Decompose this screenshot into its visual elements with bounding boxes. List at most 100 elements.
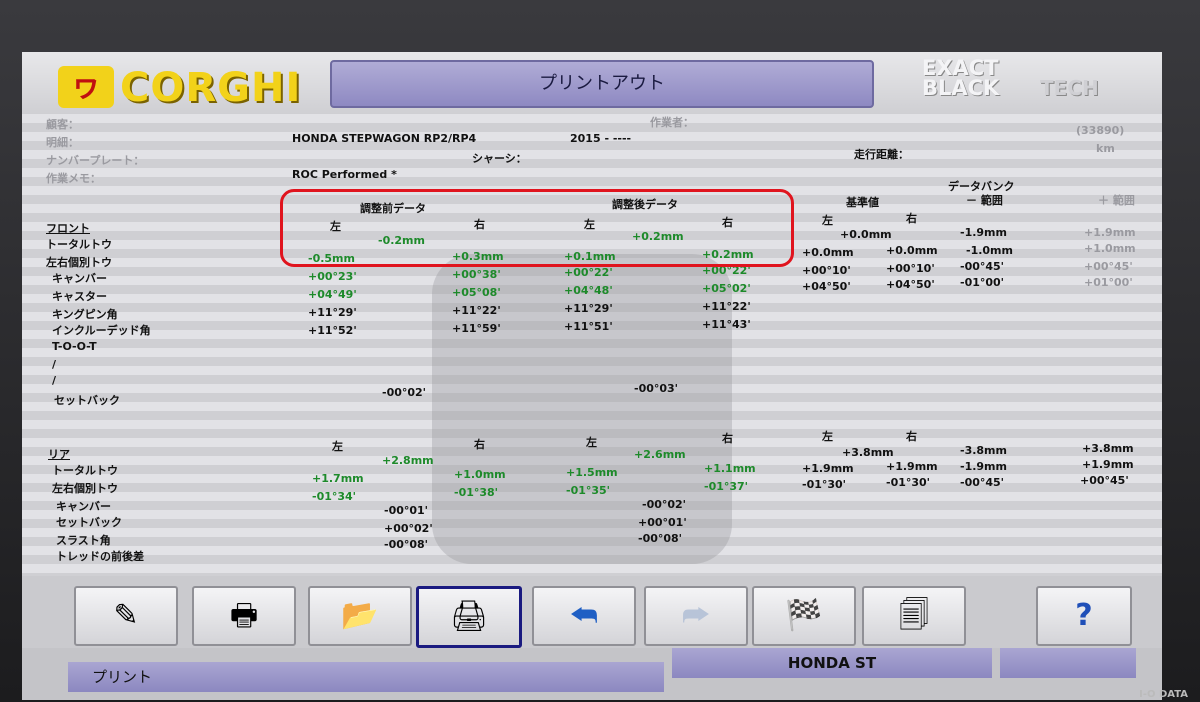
rear-total-toe-after: +2.6mm <box>634 448 686 461</box>
plus-range-heading: ＋ 範囲 <box>1098 194 1135 207</box>
std-right-heading: 右 <box>906 212 917 225</box>
corghi-logo-mark: ヮ <box>58 66 114 108</box>
front-caster-before-left: +04°49' <box>308 288 357 301</box>
rear-std-toe-minus: -1.9mm <box>960 460 1007 473</box>
front-label-9: セットバック <box>54 394 120 407</box>
rear-total-toe-before: +2.8mm <box>382 454 434 467</box>
status-right <box>1000 648 1136 678</box>
front-camber-before-left: +00°23' <box>308 270 357 283</box>
front-label-0: トータルトウ <box>46 238 112 251</box>
front-std-toe-minus: -1.0mm <box>966 244 1013 257</box>
front-camber-after-left: +00°22' <box>564 266 613 279</box>
front-std-caster-right: +04°50' <box>886 278 935 291</box>
front-label-2: キャンバー <box>52 272 107 285</box>
front-std-total-minus: -1.9mm <box>960 226 1007 239</box>
brand-line-2: BLACK <box>922 76 1000 100</box>
screen: ヮ CORGHI プリントアウト EXACT BLACK TECH 顧客： 作業… <box>22 52 1162 700</box>
rear-std-toe-right: +1.9mm <box>886 460 938 473</box>
print-preview-button[interactable]: 🗐 <box>862 586 966 646</box>
front-std-camber-left: +00°10' <box>802 264 851 277</box>
rear-label-4: スラスト角 <box>56 534 111 547</box>
title-bar: ヮ CORGHI プリントアウト EXACT BLACK TECH <box>22 52 1162 114</box>
help-button[interactable]: ? <box>1036 586 1132 646</box>
rear-thrust-after: +00°01' <box>638 516 687 529</box>
front-label-6: T-O-O-T <box>52 340 97 353</box>
front-kingpin-after-right: +11°22' <box>702 300 751 313</box>
rear-std-camber-right: -01°30' <box>886 476 931 489</box>
open-folder-vehicle-button[interactable]: 📂 <box>308 586 412 646</box>
rear-after-left-heading: 左 <box>586 436 597 449</box>
edit-document-button[interactable]: ✎ <box>74 586 178 646</box>
spec-label: 明細： <box>46 136 79 149</box>
help-icon: ? <box>1075 598 1093 633</box>
rear-label-5: トレッドの前後差 <box>56 550 144 563</box>
status-bar: プリント HONDA ST <box>22 648 1162 700</box>
rear-before-left-heading: 左 <box>332 440 343 453</box>
minus-range-heading: － 範囲 <box>966 194 1003 207</box>
mileage-label: 走行距離： <box>854 148 909 161</box>
front-label-8: / <box>52 374 57 387</box>
rear-std-total-plus: +3.8mm <box>1082 442 1134 455</box>
back-arrow-icon: ⮪ <box>570 598 598 633</box>
front-std-caster-plus: +01°00' <box>1084 276 1133 289</box>
forward-button[interactable]: ⮫ <box>644 586 748 646</box>
chassis-label: シャーシ： <box>472 152 527 165</box>
front-std-camber-minus: -00°45' <box>960 260 1005 273</box>
rear-toe-after-left: +1.5mm <box>566 466 618 479</box>
rear-tread-before: -00°08' <box>384 538 429 551</box>
front-section-label: フロント <box>46 222 90 235</box>
memo-value: ROC Performed * <box>292 168 397 181</box>
print-vehicle-icon: 🖶 <box>229 598 259 633</box>
front-included-before-left: +11°52' <box>308 324 357 337</box>
memo-label: 作業メモ： <box>46 172 101 185</box>
vehicle-name: HONDA STEPWAGON RP2/RP4 <box>292 132 477 145</box>
rear-toe-after-right: +1.1mm <box>704 462 756 475</box>
client-label: 顧客： <box>46 118 79 131</box>
front-std-caster-minus: -01°00' <box>960 276 1005 289</box>
corghi-logo-text: CORGHI <box>120 65 302 111</box>
back-button[interactable]: ⮪ <box>532 586 636 646</box>
printer-icon: 🖨 <box>449 599 489 634</box>
front-kingpin-before-right: +11°22' <box>452 304 501 317</box>
front-label-7: / <box>52 358 57 371</box>
status-center: HONDA ST <box>672 648 992 678</box>
rear-after-right-heading: 右 <box>722 432 733 445</box>
print-vehicle-button[interactable]: 🖶 <box>192 586 296 646</box>
rear-thrust-before: +00°02' <box>384 522 433 535</box>
rear-toe-before-left: +1.7mm <box>312 472 364 485</box>
rear-label-3: セットバック <box>56 516 122 529</box>
front-label-4: キングピン角 <box>52 308 118 321</box>
plate-label: ナンバープレート： <box>46 154 145 167</box>
front-std-camber-right: +00°10' <box>886 262 935 275</box>
rear-label-1: 左右個別トウ <box>52 482 118 495</box>
front-caster-before-right: +05°08' <box>452 286 501 299</box>
front-included-after-left: +11°51' <box>564 320 613 333</box>
front-std-toe-right: +0.0mm <box>886 244 938 257</box>
finish-button[interactable]: 🏁 <box>752 586 856 646</box>
status-left: プリント <box>68 662 664 692</box>
rear-camber-before-right: -01°38' <box>454 486 499 499</box>
vehicle-year: 2015 - ---- <box>570 132 632 145</box>
front-setback-before: -00°02' <box>382 386 427 399</box>
front-std-total-plus: +1.9mm <box>1084 226 1136 239</box>
checkered-flag-icon: 🏁 <box>785 598 823 633</box>
rear-setback-before: -00°01' <box>384 504 429 517</box>
edit-document-icon: ✎ <box>113 598 139 633</box>
front-std-camber-plus: +00°45' <box>1084 260 1133 273</box>
std-left-heading: 左 <box>822 214 833 227</box>
front-std-caster-left: +04°50' <box>802 280 851 293</box>
front-setback-after: -00°03' <box>634 382 679 395</box>
front-included-after-right: +11°43' <box>702 318 751 331</box>
print-button[interactable]: 🖨 <box>416 586 522 648</box>
front-std-total: +0.0mm <box>840 228 892 241</box>
front-caster-after-left: +04°48' <box>564 284 613 297</box>
rear-label-0: トータルトウ <box>52 464 118 477</box>
mileage-unit: km <box>1096 142 1115 155</box>
front-label-1: 左右個別トウ <box>46 256 112 269</box>
forward-arrow-icon: ⮫ <box>682 598 710 633</box>
rear-std-camber-left: -01°30' <box>802 478 847 491</box>
front-kingpin-after-left: +11°29' <box>564 302 613 315</box>
rear-std-total-minus: -3.8mm <box>960 444 1007 457</box>
standard-heading: 基準値 <box>846 196 879 209</box>
mileage-value: (33890) <box>1076 124 1125 137</box>
